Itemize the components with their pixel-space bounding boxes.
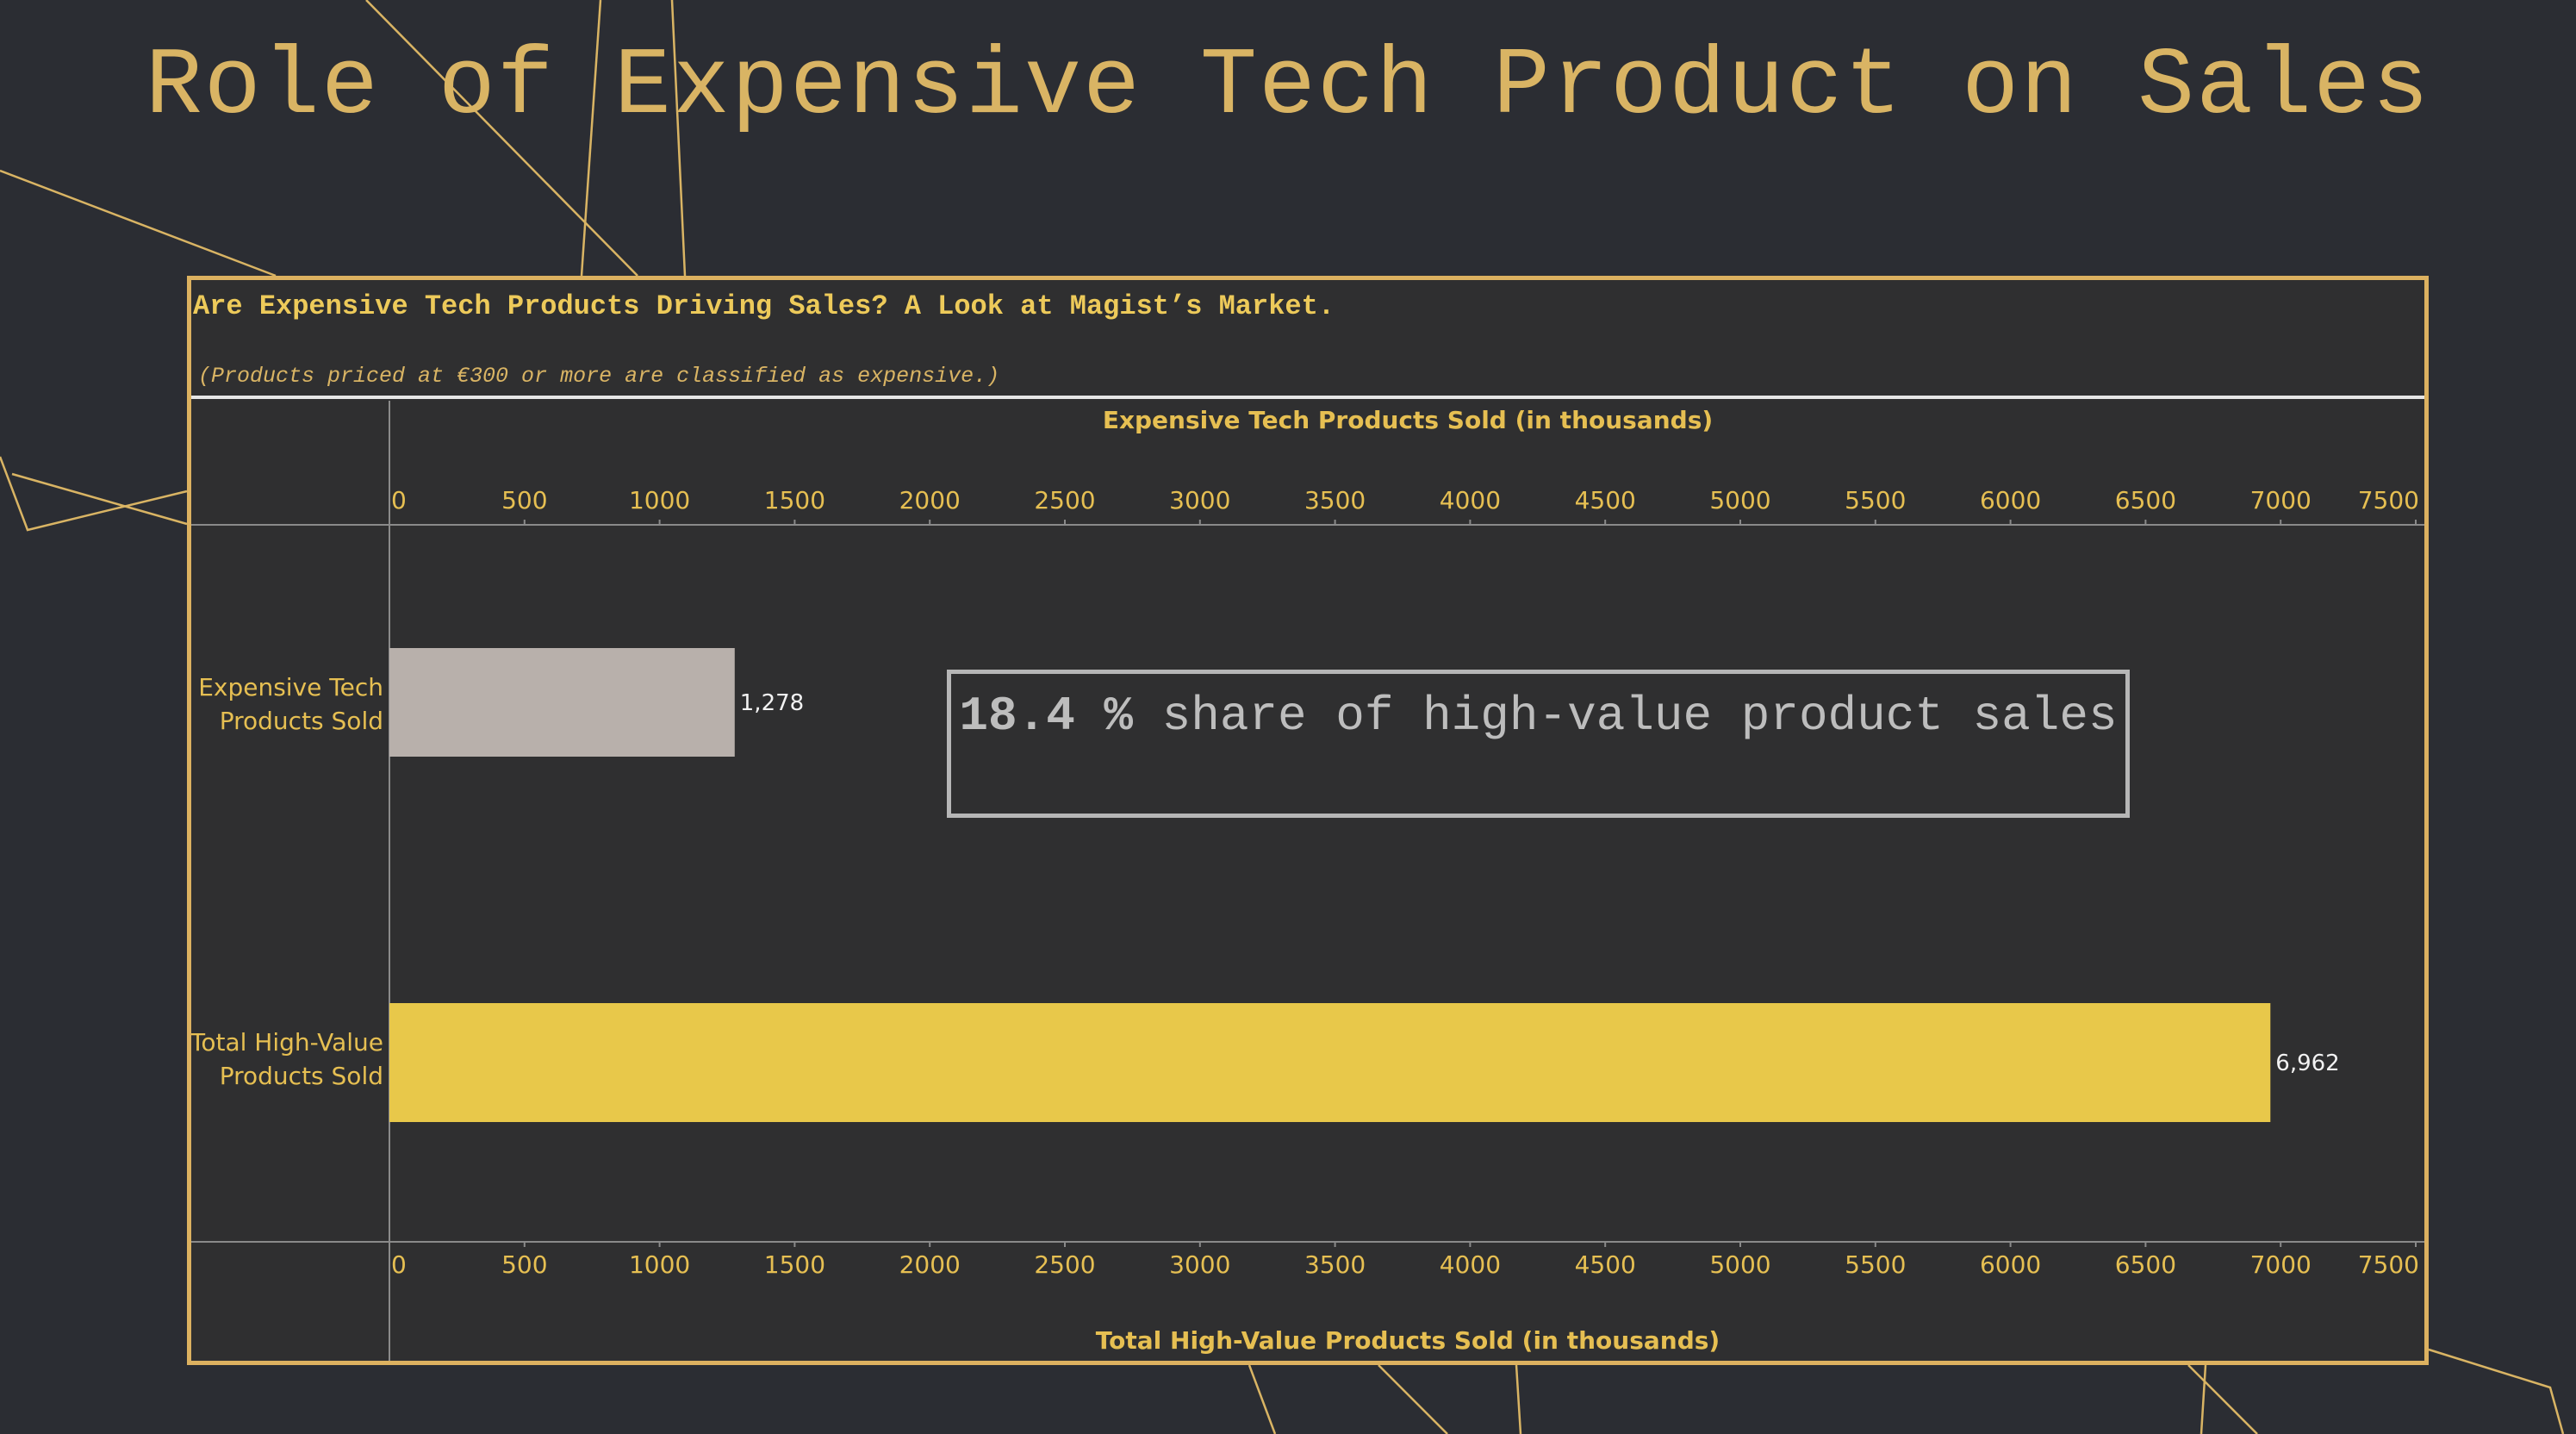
top-axis-label: Expensive Tech Products Sold (in thousan… bbox=[1103, 406, 1713, 434]
category-label: Products Sold bbox=[220, 1062, 383, 1090]
total-high-value-bar bbox=[389, 1003, 2271, 1122]
top-tick-label: 3500 bbox=[1304, 486, 1366, 514]
bottom-axis-label: Total High-Value Products Sold (in thous… bbox=[1096, 1326, 1720, 1355]
bottom-tick-label: 4500 bbox=[1575, 1250, 1636, 1279]
share-value: 18.4 % bbox=[959, 689, 1134, 744]
bottom-tick-label: 4000 bbox=[1440, 1250, 1501, 1279]
share-callout: 18.4 % share of high-value product sales bbox=[947, 670, 2130, 818]
bottom-tick-label: 7500 bbox=[2358, 1250, 2419, 1279]
bottom-tick-label: 3500 bbox=[1304, 1250, 1366, 1279]
bottom-tick-label: 7000 bbox=[2250, 1250, 2312, 1279]
share-text: share of high-value product sales bbox=[1161, 689, 2118, 744]
heading-divider bbox=[191, 396, 2424, 399]
slide-title: Role of Expensive Tech Product on Sales bbox=[145, 34, 2431, 141]
top-tick-label: 2000 bbox=[899, 486, 961, 514]
bottom-tick-label: 5500 bbox=[1845, 1250, 1906, 1279]
top-tick-label: 7000 bbox=[2250, 486, 2312, 514]
bottom-tick-label: 0 bbox=[391, 1250, 407, 1279]
category-label: Expensive Tech bbox=[198, 673, 383, 701]
top-tick-label: 5500 bbox=[1845, 486, 1906, 514]
panel-heading: Are Expensive Tech Products Driving Sale… bbox=[193, 290, 1335, 322]
bottom-tick-label: 2000 bbox=[899, 1250, 961, 1279]
top-tick-label: 1500 bbox=[764, 486, 825, 514]
top-tick-label: 2500 bbox=[1034, 486, 1095, 514]
chart-panel: Expensive Tech Products Sold (in thousan… bbox=[187, 276, 2429, 1365]
top-tick-label: 3000 bbox=[1169, 486, 1230, 514]
bar-value-label: 1,278 bbox=[740, 690, 804, 716]
bottom-tick-label: 6000 bbox=[1980, 1250, 2041, 1279]
expensive-tech-bar bbox=[389, 648, 735, 757]
bottom-tick-label: 2500 bbox=[1034, 1250, 1095, 1279]
bottom-tick-label: 3000 bbox=[1169, 1250, 1230, 1279]
category-label: Products Sold bbox=[220, 707, 383, 735]
top-tick-label: 1000 bbox=[629, 486, 690, 514]
bottom-tick-label: 5000 bbox=[1709, 1250, 1770, 1279]
panel-note: (Products priced at €300 or more are cla… bbox=[198, 364, 1000, 389]
top-tick-label: 5000 bbox=[1709, 486, 1770, 514]
category-label: Total High-Value bbox=[191, 1028, 383, 1057]
top-tick-label: 7500 bbox=[2358, 486, 2419, 514]
bottom-tick-label: 6500 bbox=[2115, 1250, 2176, 1279]
top-tick-label: 6500 bbox=[2115, 486, 2176, 514]
top-tick-label: 500 bbox=[501, 486, 547, 514]
top-tick-label: 4500 bbox=[1575, 486, 1636, 514]
top-tick-label: 4000 bbox=[1440, 486, 1501, 514]
top-tick-label: 0 bbox=[391, 486, 407, 514]
bottom-tick-label: 1000 bbox=[629, 1250, 690, 1279]
top-tick-label: 6000 bbox=[1980, 486, 2041, 514]
bar-chart: Expensive Tech Products Sold (in thousan… bbox=[191, 401, 2424, 1361]
bar-value-label: 6,962 bbox=[2275, 1051, 2339, 1076]
bottom-tick-label: 500 bbox=[501, 1250, 547, 1279]
bottom-tick-label: 1500 bbox=[764, 1250, 825, 1279]
